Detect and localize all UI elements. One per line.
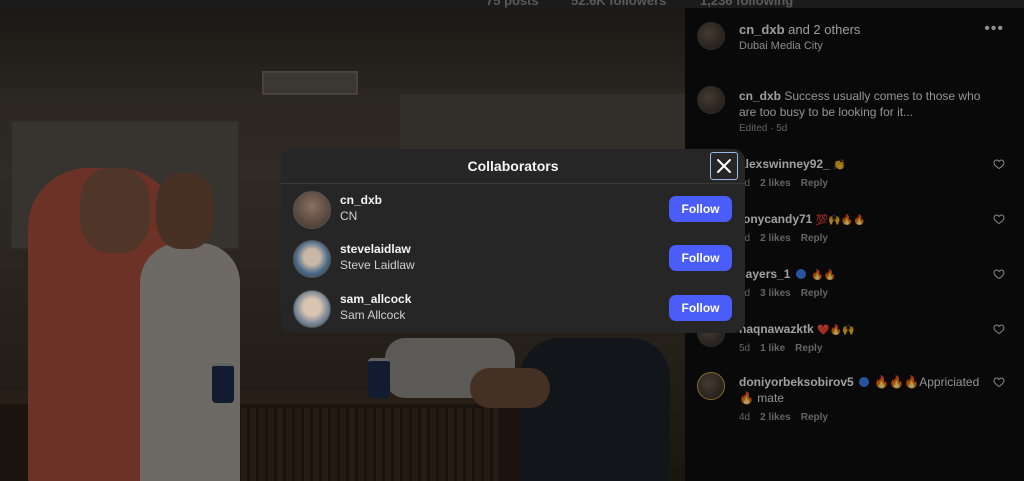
heart-icon[interactable] bbox=[993, 213, 1005, 225]
followers-count[interactable]: 52.6K followers bbox=[571, 0, 666, 8]
photo-can bbox=[368, 358, 390, 398]
comment-time: 4d bbox=[739, 412, 751, 423]
comment-user[interactable]: sayers_1 bbox=[739, 267, 790, 281]
photo-person-right bbox=[520, 338, 670, 481]
photo-vent bbox=[262, 71, 358, 95]
photo-can bbox=[212, 363, 234, 403]
list-item: cn_dxb CN Follow bbox=[281, 187, 745, 233]
heart-icon[interactable] bbox=[993, 158, 1005, 170]
avatar[interactable] bbox=[697, 372, 725, 400]
comment-likes[interactable]: 1 like bbox=[760, 343, 785, 354]
comment-body: 👏 bbox=[833, 160, 846, 171]
collaborator-username[interactable]: stevelaidlaw bbox=[340, 242, 411, 256]
comment-meta: 5d3 likesReply bbox=[739, 288, 838, 299]
comment-text: haqnawazktk ❤️🔥🙌 bbox=[739, 321, 991, 339]
collaborators-dialog: Collaborators cn_dxb CN Follow stevelaid… bbox=[281, 149, 745, 333]
collaborator-full-name: Sam Allcock bbox=[340, 308, 406, 322]
collaborator-username[interactable]: cn_dxb bbox=[340, 193, 382, 207]
comment-likes[interactable]: 2 likes bbox=[760, 233, 791, 244]
photo-person-middle bbox=[140, 243, 240, 481]
comment-user[interactable]: haqnawazktk bbox=[739, 322, 814, 336]
comment-likes[interactable]: 2 likes bbox=[760, 178, 791, 189]
close-icon bbox=[717, 159, 731, 173]
collaborator-full-name: Steve Laidlaw bbox=[340, 258, 415, 272]
list-item: sam_allcock Sam Allcock Follow bbox=[281, 286, 745, 332]
caption-meta: Edited · 5d bbox=[739, 123, 797, 134]
comment-meta: 4d 2 likes Reply bbox=[739, 412, 838, 423]
comment-likes[interactable]: 3 likes bbox=[760, 288, 791, 299]
more-options-icon[interactable]: ••• bbox=[984, 20, 1004, 38]
avatar[interactable] bbox=[293, 191, 331, 229]
comment-user[interactable]: tonycandy71 bbox=[739, 212, 812, 226]
comment-text: doniyorbeksobirov5 🔥🔥🔥Appriciated🔥 mate bbox=[739, 374, 991, 406]
comment-meta: 5d 1 like Reply bbox=[739, 343, 832, 354]
comment-text: sayers_1 🔥🔥 bbox=[739, 266, 991, 284]
reply-link[interactable]: Reply bbox=[795, 343, 822, 354]
reply-link[interactable]: Reply bbox=[801, 178, 828, 189]
heart-icon[interactable] bbox=[993, 376, 1005, 388]
comment-time: 5d bbox=[739, 343, 751, 354]
photo-head-middle bbox=[156, 173, 214, 249]
photo-arm-right bbox=[470, 368, 550, 408]
comment-user[interactable]: alexswinney92_ bbox=[739, 157, 830, 171]
follow-button[interactable]: Follow bbox=[669, 196, 732, 222]
comment-text: tonycandy71 💯🙌🔥🔥 bbox=[739, 211, 991, 229]
following-count[interactable]: 1,236 following bbox=[700, 0, 793, 8]
comment-user[interactable]: doniyorbeksobirov5 bbox=[739, 375, 854, 389]
comment-meta: 5d2 likesReply bbox=[739, 178, 838, 189]
post-header: cn_dxb and 2 others Dubai Media City ••• bbox=[697, 20, 1012, 60]
comment-likes[interactable]: 2 likes bbox=[760, 412, 791, 423]
comment-body: ❤️🔥🙌 bbox=[817, 325, 855, 336]
close-button[interactable] bbox=[710, 152, 738, 180]
reply-link[interactable]: Reply bbox=[801, 288, 828, 299]
heart-icon[interactable] bbox=[993, 323, 1005, 335]
verified-badge-icon bbox=[795, 269, 806, 279]
posts-count: 75 posts bbox=[486, 0, 539, 8]
caption-time: Edited · 5d bbox=[739, 123, 788, 134]
profile-stats-strip: 75 posts 52.6K followers 1,236 following bbox=[0, 0, 1024, 8]
avatar[interactable] bbox=[697, 86, 725, 114]
avatar[interactable] bbox=[697, 22, 725, 50]
list-item: stevelaidlaw Steve Laidlaw Follow bbox=[281, 236, 745, 282]
comment-meta: 5d2 likesReply bbox=[739, 233, 838, 244]
comment-body: 💯🙌🔥🔥 bbox=[815, 215, 866, 226]
reply-link[interactable]: Reply bbox=[801, 233, 828, 244]
avatar[interactable] bbox=[293, 240, 331, 278]
photo-head-left bbox=[80, 168, 150, 253]
follow-button[interactable]: Follow bbox=[669, 245, 732, 271]
caption: cn_dxb Success usually comes to those wh… bbox=[697, 86, 1015, 136]
caption-text: cn_dxb Success usually comes to those wh… bbox=[739, 88, 991, 120]
caption-user[interactable]: cn_dxb bbox=[739, 89, 781, 103]
post-header-title[interactable]: cn_dxb and 2 others bbox=[739, 22, 860, 37]
post-location[interactable]: Dubai Media City bbox=[739, 40, 823, 52]
collaborator-username[interactable]: sam_allcock bbox=[340, 292, 411, 306]
comment-text: alexswinney92_ 👏 bbox=[739, 156, 991, 174]
collaborator-full-name: CN bbox=[340, 209, 358, 223]
verified-badge-icon bbox=[859, 377, 870, 387]
list-item: doniyorbeksobirov5 🔥🔥🔥Appriciated🔥 mate … bbox=[697, 372, 1015, 428]
post-author[interactable]: cn_dxb bbox=[739, 22, 785, 37]
comment-body: 🔥🔥 bbox=[811, 270, 836, 281]
reply-link[interactable]: Reply bbox=[801, 412, 828, 423]
avatar[interactable] bbox=[293, 290, 331, 328]
dialog-title: Collaborators bbox=[281, 149, 745, 184]
heart-icon[interactable] bbox=[993, 268, 1005, 280]
follow-button[interactable]: Follow bbox=[669, 295, 732, 321]
post-coauthors[interactable]: and 2 others bbox=[785, 22, 860, 37]
